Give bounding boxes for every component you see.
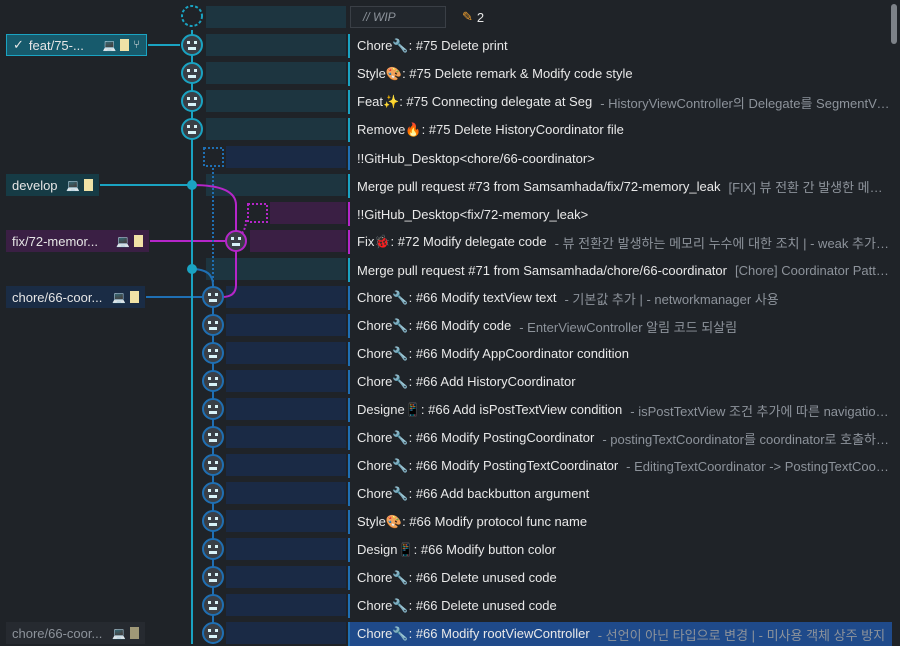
branch-ref-fix-72[interactable]: fix/72-memor... 💻 (6, 230, 149, 252)
commit-row[interactable]: Remove🔥: #75 Delete HistoryCoordinator f… (348, 118, 892, 142)
remote-icon (84, 179, 93, 191)
commit-list: Chore🔧: #75 Delete print Style🎨: #75 Dele… (348, 0, 892, 646)
commit-row[interactable]: Chore🔧: #66 Modify PostingCoordinator - p… (348, 426, 892, 450)
commit-message: Fix🐞: #72 Modify delegate code (357, 234, 547, 249)
commit-message: Chore🔧: #66 Add backbutton argument (357, 486, 590, 501)
commit-message: Merge pull request #71 from Samsamhada/c… (357, 262, 727, 278)
commit-description: - 기본값 추가 | - networkmanager 사용 (564, 291, 779, 307)
commit-message: Style🎨: #66 Modify protocol func name (357, 514, 588, 529)
commit-row[interactable]: Chore🔧: #66 Add backbutton argument (348, 482, 892, 506)
commit-row[interactable]: Fix🐞: #72 Modify delegate code - 뷰 전환간 발생… (348, 230, 892, 254)
commit-row[interactable]: !!GitHub_Desktop<fix/72-memory_leak> (348, 202, 892, 226)
branch-label: feat/75-... (28, 37, 84, 53)
laptop-icon: 💻 (66, 179, 80, 192)
branch-label: chore/66-coor... (12, 289, 103, 305)
branch-icon: ⑂ (133, 39, 140, 51)
commit-row[interactable]: Chore🔧: #66 Delete unused code (348, 566, 892, 590)
branch-ref-feat-75[interactable]: ✓ feat/75-... 💻 ⑂ (6, 34, 147, 56)
commit-description: - postingTextCoordinator를 coordinator로 호… (602, 431, 892, 447)
branch-label: chore/66-coor... (12, 625, 103, 641)
branch-label: fix/72-memor... (12, 233, 98, 249)
branch-label: develop (12, 177, 58, 193)
commit-message: Remove🔥: #75 Delete HistoryCoordinator f… (357, 122, 624, 137)
commit-row[interactable]: Style🎨: #66 Modify protocol func name (348, 510, 892, 534)
commit-row[interactable]: Chore🔧: #66 Modify AppCoordinator condit… (348, 342, 892, 366)
commit-message: Chore🔧: #66 Modify rootViewController (357, 626, 590, 641)
commit-row[interactable]: Design📱: #66 Modify button color (348, 538, 892, 562)
branch-ref-chore-66-dim[interactable]: chore/66-coor... 💻 (6, 622, 145, 644)
check-icon: ✓ (13, 37, 24, 52)
commit-description: - 선언이 아닌 타입으로 변경 | - 미사용 객체 상주 방지 (597, 627, 886, 643)
laptop-icon: 💻 (102, 39, 117, 52)
remote-icon (120, 39, 130, 51)
commit-message: !!GitHub_Desktop<fix/72-memory_leak> (357, 206, 589, 222)
commit-message: Chore🔧: #75 Delete print (357, 38, 508, 53)
commit-message: Designe📱: #66 Add isPostTextView conditi… (357, 402, 623, 417)
branch-refs-panel: ✓ feat/75-... 💻 ⑂ develop 💻 fix/72-memor… (0, 0, 180, 644)
remote-icon (134, 235, 143, 247)
commit-row[interactable]: Merge pull request #71 from Samsamhada/c… (348, 258, 892, 282)
commit-message: Chore🔧: #66 Modify AppCoordinator condit… (357, 346, 630, 361)
commit-row[interactable]: Chore🔧: #66 Modify PostingTextCoordinato… (348, 454, 892, 478)
commit-message: Chore🔧: #66 Delete unused code (357, 598, 557, 613)
commit-message: Style🎨: #75 Delete remark & Modify code … (357, 66, 633, 81)
laptop-icon: 💻 (112, 627, 126, 640)
remote-icon (130, 627, 139, 639)
branch-ref-develop[interactable]: develop 💻 (6, 174, 99, 196)
commit-message: Chore🔧: #66 Add HistoryCoordinator (357, 374, 576, 389)
commit-message: Feat✨: #75 Connecting delegate at Seg (357, 94, 593, 109)
commit-description: - isPostTextView 조건 추가에 따른 navigation 및 … (630, 403, 892, 419)
commit-row[interactable]: Feat✨: #75 Connecting delegate at Seg - H… (348, 90, 892, 114)
commit-message: Design📱: #66 Modify button color (357, 542, 557, 557)
commit-description: [FIX] 뷰 전환 간 발생한 메모리 누... (728, 179, 892, 195)
commit-message: Merge pull request #73 from Samsamhada/f… (357, 178, 721, 194)
commit-row[interactable]: Chore🔧: #75 Delete print (348, 34, 892, 58)
commit-description: [Chore] Coordinator Patter... (734, 262, 892, 278)
commit-message: !!GitHub_Desktop<chore/66-coordinator> (357, 150, 595, 166)
laptop-icon: 💻 (116, 235, 130, 248)
commit-message: Chore🔧: #66 Delete unused code (357, 570, 557, 585)
commit-row[interactable]: Chore🔧: #66 Modify rootViewController - 선… (348, 622, 892, 646)
remote-icon (130, 291, 139, 303)
commit-row[interactable]: Chore🔧: #66 Add HistoryCoordinator (348, 370, 892, 394)
branch-ref-chore-66[interactable]: chore/66-coor... 💻 (6, 286, 145, 308)
commit-row[interactable]: Style🎨: #75 Delete remark & Modify code … (348, 62, 892, 86)
scrollbar-thumb[interactable] (891, 4, 897, 44)
commit-row[interactable]: !!GitHub_Desktop<chore/66-coordinator> (348, 146, 892, 170)
commit-row[interactable]: Chore🔧: #66 Modify textView text - 기본값 추가… (348, 286, 892, 310)
commit-description: - EnterViewController 알림 코드 되살림 (519, 319, 738, 335)
commit-message: Chore🔧: #66 Modify PostingCoordinator (357, 430, 595, 445)
commit-message: Chore🔧: #66 Modify code (357, 318, 512, 333)
commit-description: - HistoryViewController의 Delegate를 Segme… (600, 95, 892, 111)
commit-message: Chore🔧: #66 Modify PostingTextCoordinato… (357, 458, 619, 473)
commit-row[interactable]: Chore🔧: #66 Delete unused code (348, 594, 892, 618)
commit-description: - 뷰 전환간 발생하는 메모리 누수에 대한 조치 | - weak 추가 |… (554, 235, 892, 251)
commit-description: - EditingTextCoordinator -> PostingTextC… (626, 458, 892, 474)
laptop-icon: 💻 (112, 291, 126, 304)
commit-row[interactable]: Designe📱: #66 Add isPostTextView conditi… (348, 398, 892, 422)
commit-message: Chore🔧: #66 Modify textView text (357, 290, 557, 305)
commit-row[interactable]: Chore🔧: #66 Modify code - EnterViewContro… (348, 314, 892, 338)
commit-row[interactable]: Merge pull request #73 from Samsamhada/f… (348, 174, 892, 198)
